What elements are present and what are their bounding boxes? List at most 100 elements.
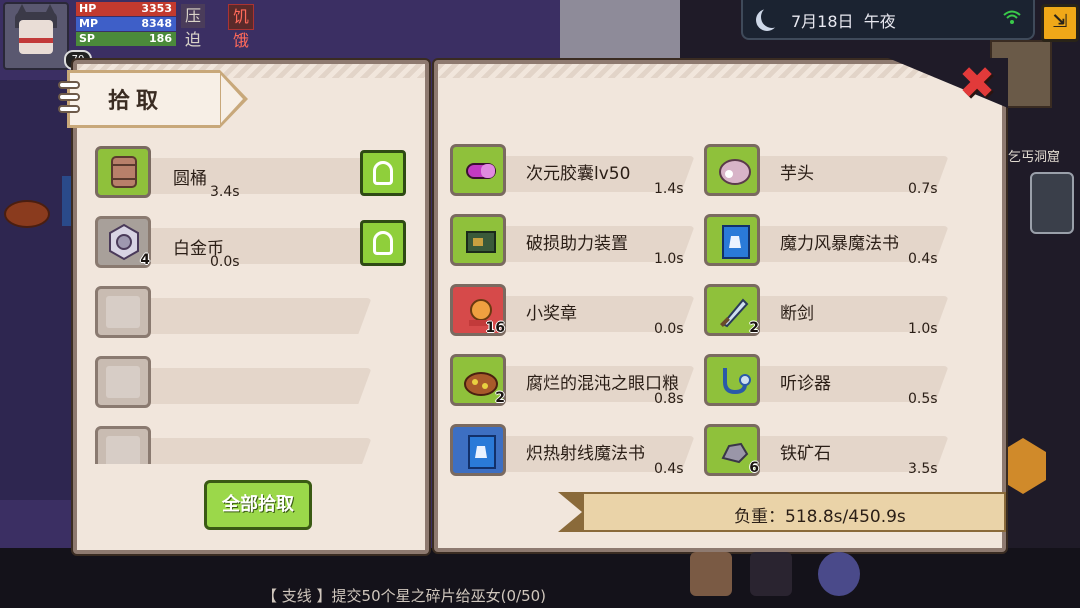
pick-all-button[interactable]: 全部拾取 [204, 480, 312, 530]
date-text: 7月18日 午夜 [791, 8, 896, 32]
status-oppressed[interactable]: 压迫 [181, 4, 206, 49]
panel-title: 拾取 [108, 89, 165, 114]
pickup-panel: 拾取 圆桶 3.4s 4 白金币 0.0s 全部拾取 [58, 60, 429, 554]
stethoscope-icon [723, 368, 751, 395]
empty-slot-row [95, 356, 415, 408]
bug-creature [4, 200, 50, 228]
close-icon[interactable]: ✖ [955, 62, 999, 106]
ground-item-row[interactable]: 2 腐烂的混沌之眼口粮 0.8s [450, 354, 700, 407]
backpack-icon[interactable] [690, 552, 732, 596]
phone-icon[interactable] [1030, 172, 1074, 234]
avatar-headband [19, 38, 53, 43]
hp-value: 3353 [141, 2, 172, 15]
date-value: 7月18日 [791, 12, 854, 31]
ground-item-row[interactable]: 魔力风暴魔法书 0.4s [704, 214, 954, 267]
location-label: 乞丐洞窟 [1008, 150, 1061, 165]
item-name: 圆桶 [173, 169, 207, 189]
empty-item-slot [95, 356, 151, 408]
item-row-bar [145, 437, 372, 464]
sp-value: 186 [149, 32, 172, 45]
pickup-title-tab: 拾取 [58, 70, 248, 128]
capsule-icon [466, 163, 496, 179]
date-time-bar: 7月18日 午夜 [741, 0, 1035, 40]
item-name: 芋头 [780, 164, 814, 184]
ground-item-row[interactable]: 16 小奖章 0.0s [450, 284, 700, 337]
item-time: 0.4s [654, 461, 684, 477]
magic-book-icon [468, 435, 496, 469]
notebook-ring [58, 105, 80, 113]
taro-icon [719, 159, 751, 185]
magic-book-icon [722, 225, 750, 259]
item-time: 0.4s [908, 251, 938, 267]
sp-bar: SP 186 [76, 32, 176, 46]
ground-item-row[interactable]: 芋头 0.7s [704, 144, 954, 197]
status-hunger[interactable]: 饥饿 [228, 4, 255, 50]
item-count: 2 [749, 320, 759, 336]
exit-icon[interactable]: ⇲ [1041, 4, 1079, 42]
hp-label: HP [79, 2, 97, 15]
empty-item-slot [95, 286, 151, 338]
weight-ribbon: 负重：518.8s/450.9s [558, 492, 1006, 532]
item-time: 1.0s [908, 321, 938, 337]
item-time: 0.0s [210, 254, 240, 270]
item-time: 0.5s [908, 391, 938, 407]
item-time: 3.4s [210, 184, 240, 200]
avatar-face [19, 20, 53, 54]
item-count: 16 [485, 320, 505, 336]
empty-item-slot [95, 426, 151, 464]
sp-label: SP [79, 32, 95, 45]
item-slot[interactable] [704, 354, 760, 406]
empty-slot-row [95, 286, 415, 338]
moon-icon [761, 6, 783, 28]
item-row-bar [145, 297, 372, 335]
ground-item-row[interactable]: 2 断剑 1.0s [704, 284, 954, 337]
dungeon-rock [0, 80, 80, 500]
item-slot[interactable]: 2 [450, 354, 506, 406]
item-slot[interactable]: 16 [450, 284, 506, 336]
item-slot[interactable] [450, 214, 506, 266]
notification-icon[interactable] [750, 552, 792, 596]
item-time: 1.4s [654, 181, 684, 197]
notebook-ring [58, 93, 80, 101]
item-time: 0.8s [654, 391, 684, 407]
item-count: 4 [140, 252, 150, 268]
barrel-icon [111, 156, 137, 188]
quest-tracker[interactable]: 【 支线 】提交50个星之碎片给巫女(0/50) [262, 585, 546, 606]
item-slot[interactable] [704, 144, 760, 196]
device-icon [466, 231, 496, 253]
item-name: 魔力风暴魔法书 [780, 234, 899, 254]
mp-value: 8348 [141, 17, 172, 30]
ground-item-row[interactable]: 6 铁矿石 3.5s [704, 424, 954, 477]
ground-item-row[interactable]: 破损助力装置 1.0s [450, 214, 700, 267]
item-slot[interactable] [704, 214, 760, 266]
ground-item-row[interactable]: 次元胶囊lv50 1.4s [450, 144, 700, 197]
pickup-button[interactable] [360, 150, 406, 196]
empty-slot-row [95, 426, 415, 464]
item-slot[interactable]: 4 [95, 216, 151, 268]
player-avatar[interactable] [3, 2, 69, 70]
notebook-ring [58, 81, 80, 89]
mp-bar: MP 8348 [76, 17, 176, 31]
item-slot[interactable] [95, 146, 151, 198]
weight-text: 负重：518.8s/450.9s [734, 507, 906, 527]
time-of-day: 午夜 [863, 12, 896, 31]
item-count: 2 [495, 390, 505, 406]
pickup-button[interactable] [360, 220, 406, 266]
wifi-icon [1003, 10, 1021, 24]
item-slot[interactable]: 2 [704, 284, 760, 336]
stone-wall [560, 0, 680, 60]
ground-item-row[interactable]: 炽热射线魔法书 0.4s [450, 424, 700, 477]
item-slot[interactable] [450, 424, 506, 476]
item-slot[interactable] [450, 144, 506, 196]
hand-grab-icon [373, 161, 393, 185]
item-time: 0.7s [908, 181, 938, 197]
item-time: 1.0s [654, 251, 684, 267]
ground-item-row[interactable]: 听诊器 0.5s [704, 354, 954, 407]
item-name: 铁矿石 [780, 444, 831, 464]
item-slot[interactable]: 6 [704, 424, 760, 476]
skill-wheel-icon[interactable] [818, 552, 860, 596]
item-time: 0.0s [654, 321, 684, 337]
platinum-coin-icon [109, 223, 139, 261]
item-name: 听诊器 [780, 374, 831, 394]
title-tab-arrow [221, 75, 243, 123]
